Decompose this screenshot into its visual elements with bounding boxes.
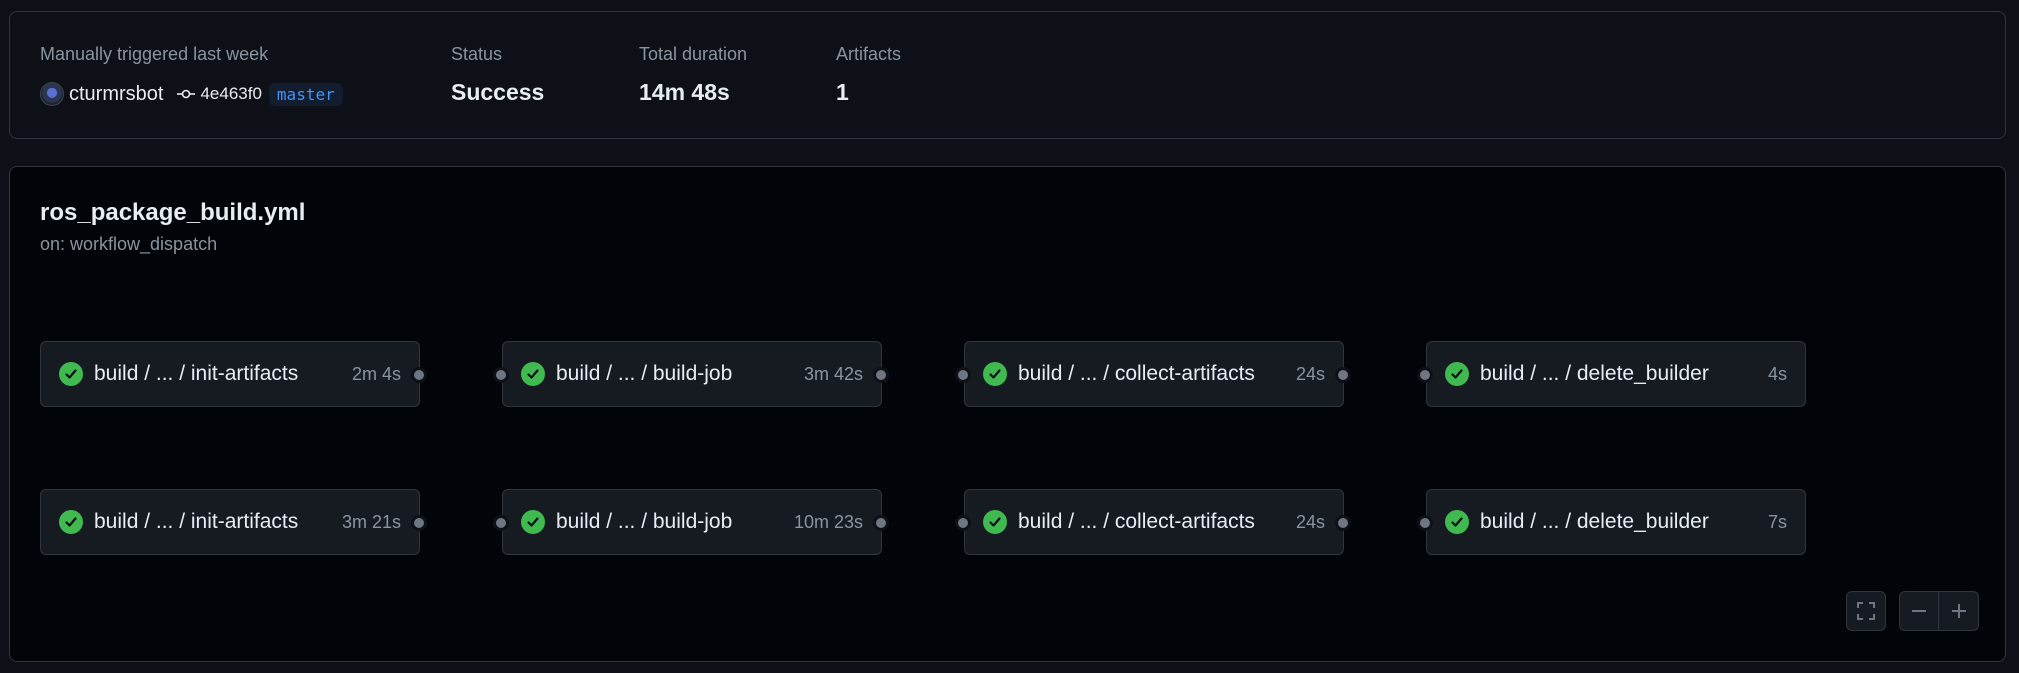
job-name: build / ... / delete_builder <box>1480 362 1709 385</box>
commit-sha[interactable]: 4e463f0 <box>200 84 261 104</box>
success-check-icon <box>983 362 1007 386</box>
job-card[interactable]: build / ... / delete_builder 4s <box>1426 341 1806 407</box>
job-name: build / ... / collect-artifacts <box>1018 510 1255 533</box>
success-check-icon <box>521 510 545 534</box>
artifacts-value[interactable]: 1 <box>836 79 849 106</box>
connector-port <box>873 515 889 531</box>
success-check-icon <box>59 362 83 386</box>
job-card[interactable]: build / ... / init-artifacts 2m 4s <box>40 341 420 407</box>
connector-port <box>411 367 427 383</box>
connector-port <box>493 367 509 383</box>
job-duration: 24s <box>1295 511 1325 532</box>
job-name: build / ... / collect-artifacts <box>1018 362 1255 385</box>
job-name: build / ... / init-artifacts <box>94 510 299 533</box>
artifacts-label: Artifacts <box>836 44 902 64</box>
job-duration: 4s <box>1767 363 1787 384</box>
job-card[interactable]: build / ... / build-job 3m 42s <box>502 341 882 407</box>
job-name: build / ... / build-job <box>556 362 733 385</box>
job-card[interactable]: build / ... / init-artifacts 3m 21s <box>40 489 420 555</box>
minus-icon <box>1912 610 1926 612</box>
status-label: Status <box>451 44 503 64</box>
fullscreen-icon <box>1857 602 1875 620</box>
trigger-row: cturmrsbot 4e463f0 master <box>40 79 343 109</box>
connector-port <box>1335 515 1351 531</box>
success-check-icon <box>521 362 545 386</box>
actor-username[interactable]: cturmrsbot <box>69 83 163 106</box>
fullscreen-button[interactable] <box>1846 591 1886 631</box>
job-card[interactable]: build / ... / collect-artifacts 24s <box>964 341 1344 407</box>
zoom-in-button[interactable] <box>1939 591 1979 631</box>
git-commit-icon <box>177 89 196 99</box>
connector-port <box>1417 515 1433 531</box>
status-value: Success <box>451 79 545 105</box>
workflow-graph: ros_package_build.yml on: workflow_dispa… <box>9 166 2006 662</box>
job-card[interactable]: build / ... / delete_builder 7s <box>1426 489 1806 555</box>
workflow-file-title[interactable]: ros_package_build.yml <box>40 199 305 227</box>
duration-value: 14m 48s <box>639 79 730 105</box>
job-duration: 3m 21s <box>341 511 401 532</box>
connector-port <box>873 367 889 383</box>
plus-icon <box>1951 604 1966 618</box>
zoom-out-button[interactable] <box>1899 591 1939 631</box>
job-duration: 2m 4s <box>351 363 401 384</box>
branch-badge[interactable]: master <box>268 82 343 106</box>
connector-port <box>411 515 427 531</box>
connector-port <box>955 367 971 383</box>
job-card[interactable]: build / ... / build-job 10m 23s <box>502 489 882 555</box>
avatar[interactable] <box>40 82 64 106</box>
duration-label: Total duration <box>639 44 748 64</box>
job-duration: 3m 42s <box>803 363 863 384</box>
connector-port <box>493 515 509 531</box>
connector-port <box>1335 367 1351 383</box>
success-check-icon <box>983 510 1007 534</box>
workflow-trigger: on: workflow_dispatch <box>40 234 218 254</box>
success-check-icon <box>1445 510 1469 534</box>
job-card[interactable]: build / ... / collect-artifacts 24s <box>964 489 1344 555</box>
job-name: build / ... / delete_builder <box>1480 510 1709 533</box>
job-duration: 7s <box>1767 511 1787 532</box>
job-duration: 24s <box>1295 363 1325 384</box>
job-name: build / ... / build-job <box>556 510 733 533</box>
success-check-icon <box>59 510 83 534</box>
success-check-icon <box>1445 362 1469 386</box>
connector-port <box>955 515 971 531</box>
connector-port <box>1417 367 1433 383</box>
trigger-label: Manually triggered last week <box>40 44 269 64</box>
zoom-controls <box>1899 591 1979 631</box>
run-summary: Manually triggered last week cturmrsbot … <box>9 11 2006 139</box>
job-duration: 10m 23s <box>793 511 863 532</box>
job-name: build / ... / init-artifacts <box>94 362 299 385</box>
